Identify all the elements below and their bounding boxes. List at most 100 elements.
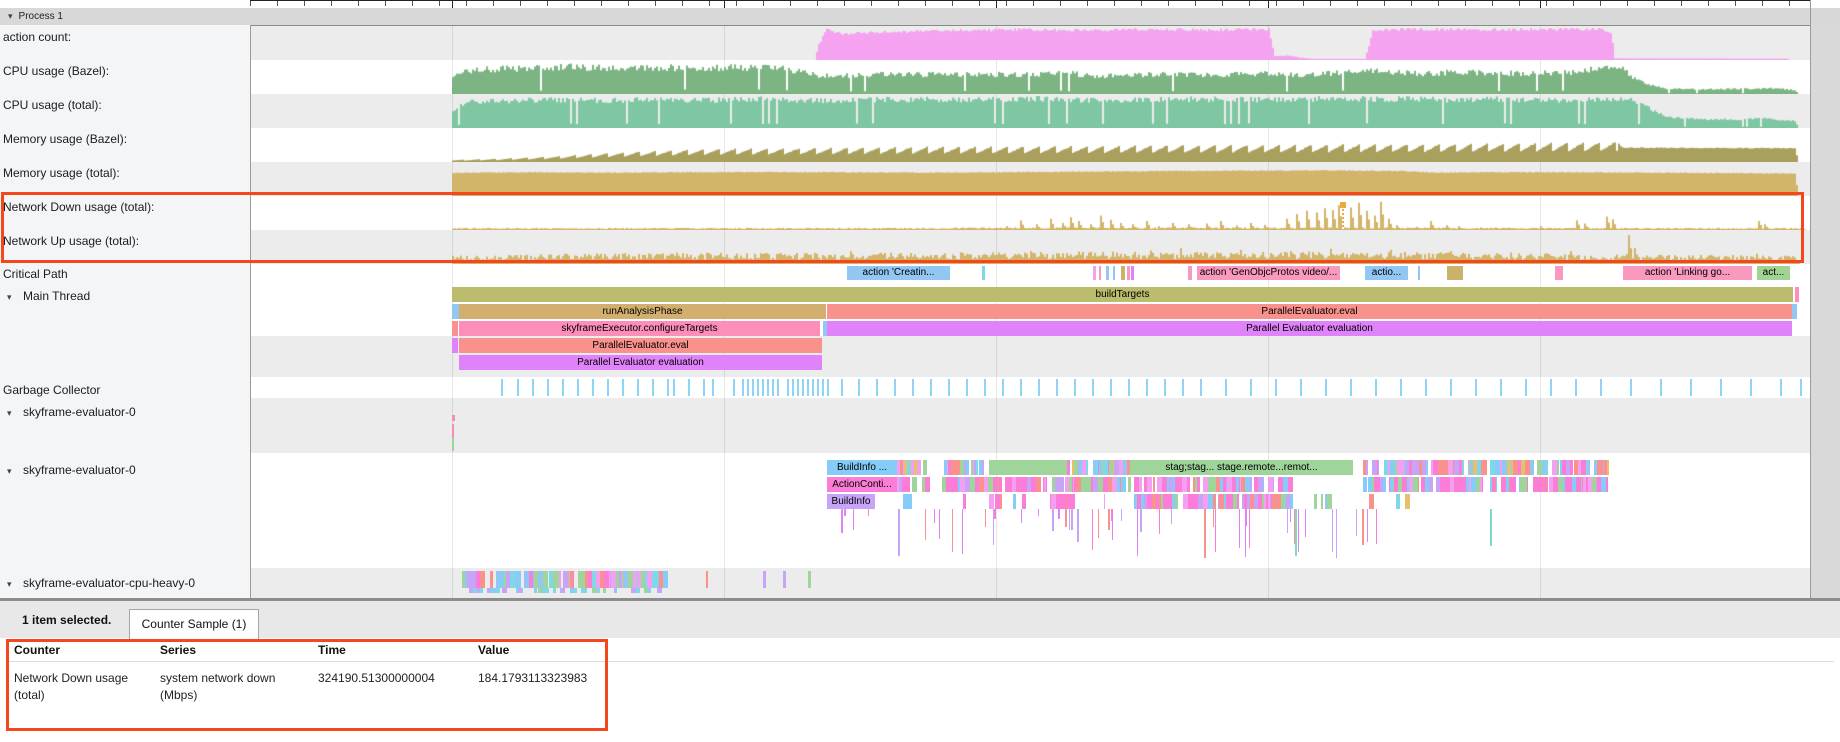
gc-tick[interactable] (1110, 379, 1112, 396)
gc-tick[interactable] (517, 379, 519, 396)
gc-tick[interactable] (577, 379, 579, 396)
gc-tick[interactable] (1690, 379, 1692, 396)
gc-tick[interactable] (733, 379, 735, 396)
gc-tick[interactable] (752, 379, 754, 396)
span-block[interactable] (1447, 266, 1463, 280)
gc-tick[interactable] (1074, 379, 1076, 396)
gc-tick[interactable] (1092, 379, 1094, 396)
span-block[interactable] (1113, 266, 1115, 280)
gc-tick[interactable] (777, 379, 779, 396)
gc-tick[interactable] (1300, 379, 1302, 396)
span-block[interactable] (1121, 266, 1125, 280)
gc-tick[interactable] (747, 379, 749, 396)
gc-tick[interactable] (822, 379, 824, 396)
span-block[interactable]: skyframeExecutor.configureTargets (459, 321, 820, 336)
span-block[interactable] (1099, 266, 1101, 280)
gc-tick[interactable] (1475, 379, 1477, 396)
span-block[interactable] (1792, 304, 1797, 319)
gc-tick[interactable] (948, 379, 950, 396)
span-block[interactable]: stag;stag... stage.remote...remot... (1130, 460, 1353, 475)
span-block[interactable]: action 'GenObjcProtos video/... (1197, 266, 1340, 280)
span-block[interactable]: Parallel Evaluator evaluation (827, 321, 1792, 336)
sidebar-item-4[interactable]: Memory usage (total): (3, 166, 120, 180)
sidebar-item-0[interactable]: action count: (3, 30, 71, 44)
sidebar-item-12[interactable]: ▾skyframe-evaluator-cpu-heavy-0 (0, 576, 195, 590)
gc-tick[interactable] (787, 379, 789, 396)
gc-tick[interactable] (912, 379, 914, 396)
gc-tick[interactable] (637, 379, 639, 396)
gc-tick[interactable] (797, 379, 799, 396)
gc-tick[interactable] (667, 379, 669, 396)
gc-tick[interactable] (827, 379, 829, 396)
gc-tick[interactable] (1002, 379, 1004, 396)
gc-tick[interactable] (703, 379, 705, 396)
gc-tick[interactable] (1720, 379, 1722, 396)
span-block[interactable]: act... (1757, 266, 1790, 280)
gc-tick[interactable] (812, 379, 814, 396)
span-block[interactable] (1795, 287, 1799, 302)
span-block[interactable]: Parallel Evaluator evaluation (459, 355, 822, 370)
gc-tick[interactable] (1250, 379, 1252, 396)
gc-tick[interactable] (841, 379, 843, 396)
span-block[interactable]: buildTargets (452, 287, 1793, 302)
counter-chart-memory-bazel[interactable] (452, 130, 1810, 162)
gc-tick[interactable] (688, 379, 690, 396)
span-block[interactable] (1555, 266, 1563, 280)
gc-tick[interactable] (652, 379, 654, 396)
collapse-arrow-icon[interactable]: ▾ (7, 292, 23, 303)
span-block[interactable] (1418, 266, 1420, 280)
gc-tick[interactable] (1375, 379, 1377, 396)
gc-tick[interactable] (858, 379, 860, 396)
gc-tick[interactable] (1550, 379, 1552, 396)
span-block[interactable] (452, 338, 458, 353)
gc-tick[interactable] (1575, 379, 1577, 396)
gc-tick[interactable] (1325, 379, 1327, 396)
gc-tick[interactable] (673, 379, 675, 396)
sidebar-item-2[interactable]: CPU usage (total): (3, 98, 102, 112)
process-header[interactable]: ▾Process 1 (0, 8, 1840, 26)
tab-counter-sample[interactable]: Counter Sample (1) (129, 609, 259, 639)
span-block[interactable]: BuildInfo ... (827, 460, 897, 475)
gc-tick[interactable] (607, 379, 609, 396)
gc-tick[interactable] (1038, 379, 1040, 396)
span-block[interactable]: runAnalysisPhase (459, 304, 826, 319)
sidebar-item-7[interactable]: Critical Path (3, 267, 68, 281)
gc-tick[interactable] (1500, 379, 1502, 396)
counter-chart-cpu-bazel[interactable] (452, 62, 1810, 94)
span-block[interactable] (1188, 266, 1192, 280)
gc-tick[interactable] (792, 379, 794, 396)
span-block[interactable]: actio... (1365, 266, 1408, 280)
gc-tick[interactable] (532, 379, 534, 396)
gc-tick[interactable] (767, 379, 769, 396)
gc-tick[interactable] (622, 379, 624, 396)
gc-tick[interactable] (984, 379, 986, 396)
span-block[interactable]: ParallelEvaluator.eval (827, 304, 1792, 319)
span-block[interactable] (982, 266, 985, 280)
gc-tick[interactable] (501, 379, 503, 396)
collapse-arrow-icon[interactable]: ▾ (8, 11, 13, 21)
span-block[interactable]: ParallelEvaluator.eval (459, 338, 822, 353)
span-block[interactable] (1106, 266, 1109, 280)
gc-tick[interactable] (802, 379, 804, 396)
gc-tick[interactable] (1450, 379, 1452, 396)
collapse-arrow-icon[interactable]: ▾ (7, 579, 23, 590)
gc-tick[interactable] (547, 379, 549, 396)
gc-tick[interactable] (807, 379, 809, 396)
gc-tick[interactable] (1780, 379, 1782, 396)
gc-tick[interactable] (562, 379, 564, 396)
gc-tick[interactable] (1630, 379, 1632, 396)
sidebar-item-11[interactable]: ▾skyframe-evaluator-0 (0, 463, 136, 477)
gc-tick[interactable] (817, 379, 819, 396)
gc-tick[interactable] (757, 379, 759, 396)
counter-chart-action-count[interactable] (452, 28, 1810, 60)
gc-tick[interactable] (1225, 379, 1227, 396)
span-block[interactable] (452, 304, 459, 319)
gc-tick[interactable] (1525, 379, 1527, 396)
sidebar-item-3[interactable]: Memory usage (Bazel): (3, 132, 127, 146)
span-block[interactable]: action 'Linking go... (1623, 266, 1752, 280)
span-block[interactable] (990, 460, 1067, 475)
gc-tick[interactable] (1800, 379, 1802, 396)
collapse-arrow-icon[interactable]: ▾ (7, 466, 23, 477)
gc-tick[interactable] (1182, 379, 1184, 396)
gc-tick[interactable] (876, 379, 878, 396)
